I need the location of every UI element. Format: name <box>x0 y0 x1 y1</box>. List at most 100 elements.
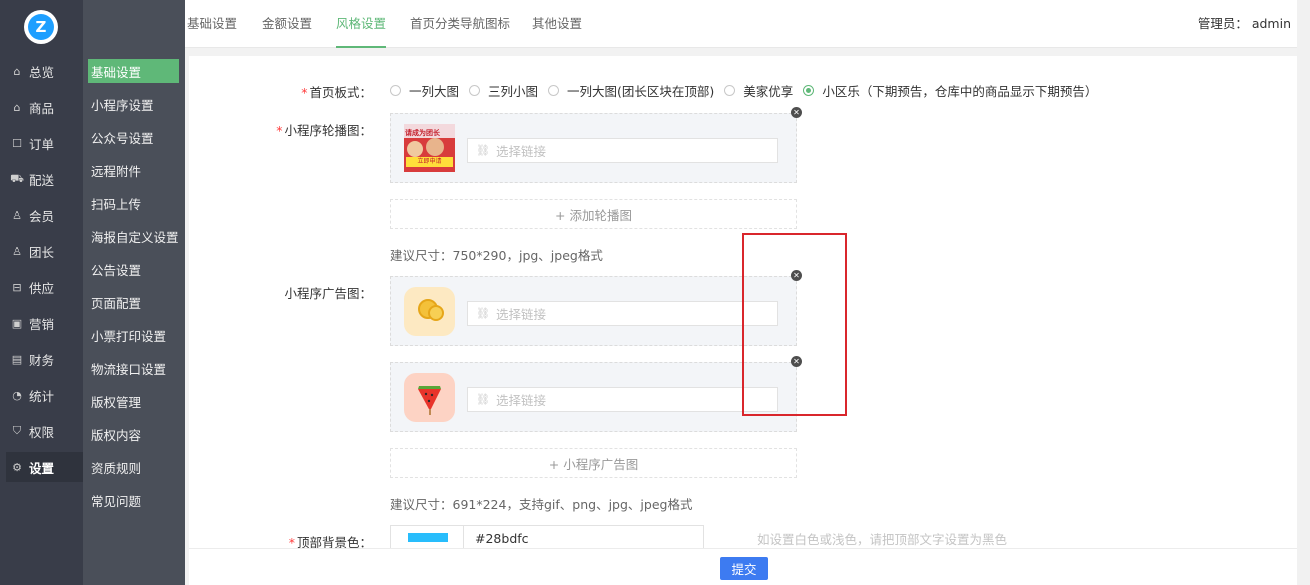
radio-label: 美家优享 <box>743 83 794 99</box>
tab-basic[interactable]: 基础设置 <box>187 0 237 48</box>
submenu-item-official-account[interactable]: 公众号设置 <box>88 125 184 149</box>
nav-label: 总览 <box>29 64 55 80</box>
nav-leaders[interactable]: ♙ 团长 <box>6 236 83 266</box>
radio-label: 一列大图(团长区块在顶部) <box>567 83 715 99</box>
radio-dot-checked[interactable] <box>803 84 815 96</box>
submenu-item-miniprogram[interactable]: 小程序设置 <box>88 92 184 116</box>
ad-link-input-1[interactable]: ⛓ 选择链接 <box>467 301 778 326</box>
settings-submenu: 基础设置 小程序设置 公众号设置 远程附件 扫码上传 海报自定义设置 公告设置 … <box>83 0 185 585</box>
layout-option-1[interactable]: 一列大图 <box>390 81 459 100</box>
submenu-item-copyright[interactable]: 版权管理 <box>88 389 184 413</box>
submenu-item-copyright-content[interactable]: 版权内容 <box>88 422 184 446</box>
radio-dot[interactable] <box>469 84 481 96</box>
gift-icon: ▣ <box>11 316 23 330</box>
submenu-item-qualification[interactable]: 资质规则 <box>88 455 184 479</box>
color-swatch[interactable] <box>408 533 448 542</box>
nav-label: 统计 <box>29 388 55 404</box>
tab-other[interactable]: 其他设置 <box>532 0 582 48</box>
layout-option-5[interactable]: 小区乐（下期预告，仓库中的商品显示下期预告） <box>803 81 1097 100</box>
nav-label: 设置 <box>29 460 55 476</box>
ad-image-card-2: ⛓ 选择链接 <box>390 362 797 432</box>
logo-letter: Z <box>28 14 54 40</box>
link-placeholder: 选择链接 <box>495 393 546 408</box>
tab-amount[interactable]: 金额设置 <box>262 0 312 48</box>
radio-dot[interactable] <box>390 84 401 96</box>
page-scrollbar[interactable] <box>1297 0 1310 585</box>
tab-style[interactable]: 风格设置 <box>336 0 387 48</box>
leader-icon: ♙ <box>12 244 22 258</box>
carousel-remove-icon[interactable]: ✕ <box>791 107 802 118</box>
goods-icon: ⌂ <box>13 100 21 114</box>
required-mark: * <box>301 85 308 100</box>
nav-label: 商品 <box>29 100 55 116</box>
ad-thumbnail-2[interactable] <box>404 373 455 422</box>
radio-dot[interactable] <box>548 84 560 96</box>
carousel-image-card: 请成为团长 立即申请 ⛓ 选择链接 <box>390 113 797 183</box>
app-logo[interactable]: Z <box>24 10 58 44</box>
nav-stats[interactable]: ◔ 统计 <box>6 380 83 410</box>
highlight-box <box>742 233 847 416</box>
carousel-size-hint: 建议尺寸：750*290，jpg、jpeg格式 <box>390 248 603 263</box>
ad-thumbnail-1[interactable] <box>404 287 455 336</box>
carousel-banner-btn: 立即申请 <box>406 157 453 167</box>
submenu-item-poster[interactable]: 海报自定义设置 <box>88 224 184 248</box>
submenu-item-notice[interactable]: 公告设置 <box>88 257 184 281</box>
submenu-item-logistics[interactable]: 物流接口设置 <box>88 356 184 380</box>
top-tab-bar: 基础设置 金额设置 风格设置 首页分类导航图标 其他设置 管理员： admin <box>185 0 1297 48</box>
add-carousel-button[interactable]: + 添加轮播图 <box>390 199 797 229</box>
submenu-item-receipt-print[interactable]: 小票打印设置 <box>88 323 184 347</box>
submenu-item-faq[interactable]: 常见问题 <box>88 488 184 512</box>
truck-icon: ⛟ <box>10 171 24 185</box>
gear-icon: ⚙ <box>12 460 22 474</box>
ad-link-input-2[interactable]: ⛓ 选择链接 <box>467 387 778 412</box>
finance-icon: ▤ <box>11 352 23 366</box>
nav-settings[interactable]: ⚙ 设置 <box>6 452 83 482</box>
link-placeholder: 选择链接 <box>495 307 546 322</box>
nav-orders[interactable]: ☐ 订单 <box>6 128 83 158</box>
submenu-item-page-config[interactable]: 页面配置 <box>88 290 184 314</box>
layout-option-2[interactable]: 三列小图 <box>469 81 538 100</box>
watermelon-icon <box>418 386 441 415</box>
chart-icon: ◔ <box>12 388 22 402</box>
order-icon: ☐ <box>12 136 22 150</box>
link-icon: ⛓ <box>476 393 490 406</box>
submit-button[interactable]: 提交 <box>720 557 768 580</box>
ad-size-hint: 建议尺寸：691*224，支持gif、png、jpg、jpeg格式 <box>390 497 693 512</box>
submenu-item-basic[interactable]: 基础设置 <box>88 59 179 83</box>
nav-label: 团长 <box>29 244 55 260</box>
carousel-banner-text: 请成为团长 <box>405 129 440 137</box>
layout-option-4[interactable]: 美家优享 <box>724 81 793 100</box>
link-placeholder: 选择链接 <box>495 144 546 159</box>
admin-user-label[interactable]: 管理员： admin <box>1198 0 1291 48</box>
nav-permissions[interactable]: ⛉ 权限 <box>6 416 83 446</box>
nav-label: 财务 <box>29 352 55 368</box>
nav-label: 订单 <box>29 136 55 152</box>
nav-supply[interactable]: ⊟ 供应 <box>6 272 83 302</box>
tab-category-nav-icons[interactable]: 首页分类导航图标 <box>410 0 510 48</box>
nav-label: 配送 <box>29 172 55 188</box>
layout-field-label: * 首页板式： <box>186 82 372 101</box>
nav-label: 供应 <box>29 280 55 296</box>
main-nav-rail: Z ⌂ 总览 ⌂ 商品 ☐ 订单 ⛟ 配送 ♙ 会员 ♙ 团长 ⊟ 供应 ▣ 营销 ▤ 财务 ◔ 统… <box>0 0 83 585</box>
nav-marketing[interactable]: ▣ 营销 <box>6 308 83 338</box>
nav-label: 会员 <box>29 208 55 224</box>
radio-label: 小区乐（下期预告，仓库中的商品显示下期预告） <box>822 83 1098 99</box>
add-ad-button[interactable]: + 小程序广告图 <box>390 448 797 478</box>
carousel-thumbnail[interactable]: 请成为团长 立即申请 <box>404 124 455 172</box>
nav-label: 营销 <box>29 316 55 332</box>
nav-members[interactable]: ♙ 会员 <box>6 200 83 230</box>
radio-dot[interactable] <box>724 84 736 96</box>
nav-overview[interactable]: ⌂ 总览 <box>6 56 83 86</box>
shield-icon: ⛉ <box>12 424 22 437</box>
nav-goods[interactable]: ⌂ 商品 <box>6 92 83 122</box>
submenu-item-scan-upload[interactable]: 扫码上传 <box>88 191 184 215</box>
nav-delivery[interactable]: ⛟ 配送 <box>6 164 83 194</box>
nav-finance[interactable]: ▤ 财务 <box>6 344 83 374</box>
radio-label: 三列小图 <box>488 83 539 99</box>
required-mark: * <box>276 123 283 138</box>
submenu-item-remote-attachment[interactable]: 远程附件 <box>88 158 184 182</box>
carousel-link-input[interactable]: ⛓ 选择链接 <box>467 138 778 163</box>
layout-option-3[interactable]: 一列大图(团长区块在顶部) <box>548 81 714 100</box>
supply-icon: ⊟ <box>12 280 22 294</box>
top-bg-color-hint: 如设置白色或浅色，请把顶部文字设置为黑色 <box>757 532 1008 547</box>
